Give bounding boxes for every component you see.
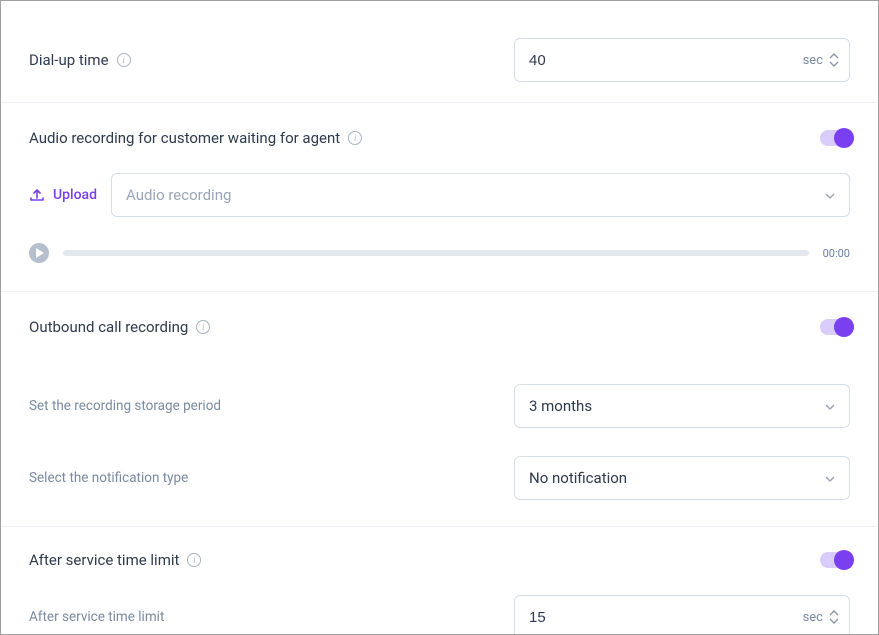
after-service-stepper[interactable] [829,609,849,625]
dialup-row: Dial-up time i sec [29,4,850,102]
outbound-label: Outbound call recording i [29,318,210,336]
chevron-up-icon[interactable] [829,609,839,617]
after-service-input[interactable] [515,596,803,635]
upload-button-label: Upload [53,187,97,203]
play-button[interactable] [29,243,49,263]
after-service-field-row: After service time limit sec [29,573,850,635]
after-service-label-text: After service time limit [29,551,179,569]
chevron-down-icon[interactable] [829,60,839,68]
audio-waiting-label: Audio recording for customer waiting for… [29,129,362,147]
audio-recording-select[interactable]: Audio recording [111,173,850,217]
upload-button[interactable]: Upload [29,187,97,203]
dialup-input-wrap: sec [514,38,850,82]
after-service-field-label: After service time limit [29,609,164,625]
chevron-down-icon [825,469,835,487]
audio-player: 00:00 [29,233,850,291]
storage-period-value: 3 months [529,397,592,415]
storage-period-label: Set the recording storage period [29,398,221,414]
storage-period-select[interactable]: 3 months [514,384,850,428]
notification-select[interactable]: No notification [514,456,850,500]
audio-waiting-header: Audio recording for customer waiting for… [29,103,850,165]
dialup-label-text: Dial-up time [29,51,109,69]
outbound-toggle[interactable] [820,319,850,335]
player-time: 00:00 [823,247,850,260]
info-icon[interactable]: i [348,131,362,145]
chevron-up-icon[interactable] [829,52,839,60]
chevron-down-icon [825,397,835,415]
info-icon[interactable]: i [196,320,210,334]
dialup-input[interactable] [515,39,803,81]
after-service-input-wrap: sec [514,595,850,635]
audio-upload-row: Upload Audio recording [29,165,850,233]
info-icon[interactable]: i [187,553,201,567]
after-service-unit: sec [803,610,829,625]
play-icon [35,248,44,258]
player-track[interactable] [63,250,809,256]
outbound-header: Outbound call recording i [29,292,850,354]
settings-panel: Dial-up time i sec Audio recording for c… [0,0,879,635]
after-service-header: After service time limit i [29,527,850,573]
audio-recording-select-placeholder: Audio recording [126,186,231,204]
outbound-label-text: Outbound call recording [29,318,188,336]
notification-value: No notification [529,469,627,487]
storage-period-row: Set the recording storage period 3 month… [29,354,850,442]
after-service-toggle[interactable] [820,552,850,568]
audio-waiting-toggle[interactable] [820,130,850,146]
chevron-down-icon [825,186,835,204]
chevron-down-icon[interactable] [829,617,839,625]
dialup-stepper[interactable] [829,52,849,68]
upload-icon [29,187,45,203]
dialup-unit: sec [803,53,829,68]
info-icon[interactable]: i [117,53,131,67]
notification-label: Select the notification type [29,470,188,486]
after-service-label: After service time limit i [29,551,201,569]
audio-waiting-label-text: Audio recording for customer waiting for… [29,129,340,147]
dialup-label: Dial-up time i [29,51,131,69]
notification-row: Select the notification type No notifica… [29,442,850,526]
